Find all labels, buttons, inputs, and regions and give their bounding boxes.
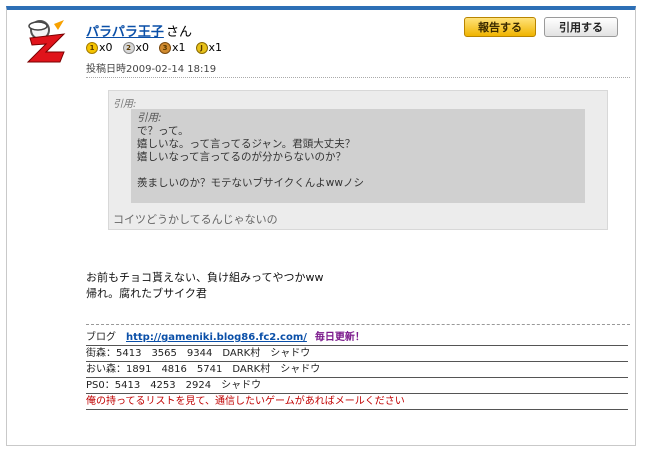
- gold-medal: 1 x0: [86, 41, 113, 54]
- inner-quote-line: 羨ましいのか？モテないブサイクくんよwwノシ: [137, 177, 364, 189]
- signature-blog-update: 毎日更新！: [314, 332, 365, 343]
- gold-medal-icon: 1: [86, 41, 98, 54]
- username-honorific: さん: [166, 25, 193, 40]
- signature-line-3: PS0：5413 4253 2924 シャドウ: [86, 380, 262, 391]
- bronze-medal: 3 x1: [159, 41, 186, 54]
- user-avatar[interactable]: [24, 18, 72, 66]
- gold-medal-count: x0: [99, 41, 113, 54]
- post-body-line: お前もチョコ貰えない、負け組みってやつかww: [86, 271, 324, 284]
- inner-quote-label: 引用:: [137, 112, 162, 124]
- outer-quote-text: コイツどうかしてるんじゃないの: [113, 213, 278, 226]
- bronze-medal-icon: 3: [159, 41, 172, 54]
- signature-blog-link[interactable]: http://gameniki.blog86.fc2.com/: [126, 332, 307, 343]
- silver-medal-count: x0: [135, 41, 150, 54]
- inner-quote-line: 嬉しいな。って言ってるジャン。君頭大丈夫？: [137, 138, 356, 150]
- header-divider: [86, 77, 630, 78]
- signature-blog-label: ブログ: [86, 332, 116, 343]
- quote-button[interactable]: 引用する: [544, 17, 618, 37]
- signature-line-4: 俺の持ってるリストを見て、通信したいゲームがあればメールください: [86, 396, 405, 407]
- inner-quote-block: 引用: で？って。 嬉しいな。って言ってるジャン。君頭大丈夫？ 嬉しいなって言っ…: [131, 109, 585, 203]
- signature-divider: [86, 324, 630, 325]
- signature-rule: [86, 409, 628, 410]
- outer-quote-block: 引用: 引用: で？って。 嬉しいな。って言ってるジャン。君頭大丈夫？ 嬉しいな…: [108, 90, 608, 230]
- outer-quote-label: 引用:: [113, 99, 137, 110]
- signature-blog-row: ブログ http://gameniki.blog86.fc2.com/毎日更新！: [86, 331, 365, 344]
- signature-line-2: おい森：1891 4816 5741 DARK村 シャドウ: [86, 364, 321, 375]
- silver-medal: 2 x0: [122, 41, 150, 54]
- username-link[interactable]: パラパラ王子: [86, 21, 164, 40]
- inner-quote-line: で？って。: [137, 125, 189, 137]
- signature-rule: [86, 393, 628, 394]
- avatar-logo-icon: [26, 20, 66, 63]
- medal-counts: 1 x0 2 x0 3 x1 J x1: [86, 41, 222, 54]
- post-body: お前もチョコ貰えない、負け組みってやつかww 帰れ。腐れたブサイク君: [86, 270, 323, 302]
- posted-timestamp: 投稿日時2009-02-14 18:19: [86, 64, 217, 75]
- report-button[interactable]: 報告する: [464, 17, 536, 37]
- special-medal: J x1: [195, 41, 223, 54]
- signature-rule: [86, 361, 628, 362]
- special-medal-count: x1: [208, 41, 223, 54]
- special-medal-icon: J: [195, 41, 208, 54]
- signature-rule: [86, 377, 628, 378]
- bronze-medal-count: x1: [172, 41, 186, 54]
- post-body-line: 帰れ。腐れたブサイク君: [86, 287, 207, 300]
- signature-line-1: 街森：5413 3565 9344 DARK村 シャドウ: [86, 348, 311, 359]
- inner-quote-line: [137, 164, 579, 177]
- silver-medal-icon: 2: [122, 41, 135, 54]
- signature-rule: [86, 345, 628, 346]
- inner-quote-line: 嬉しいなって言ってるのが分からないのか？: [137, 151, 346, 163]
